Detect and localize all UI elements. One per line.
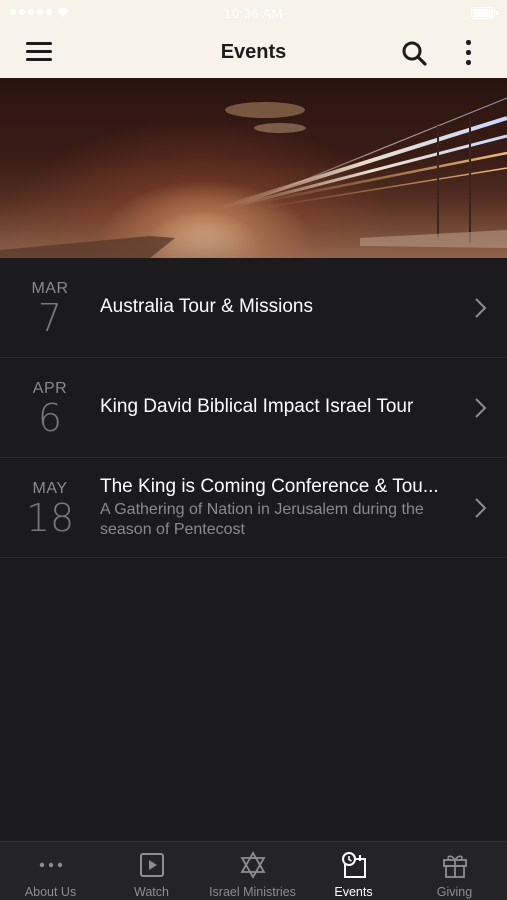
- tab-label: Israel Ministries: [209, 885, 296, 899]
- tab-israel-ministries[interactable]: Israel Ministries: [202, 842, 303, 900]
- battery-icon: [471, 7, 498, 19]
- tab-label: Watch: [134, 885, 169, 899]
- tab-watch[interactable]: Watch: [101, 842, 202, 900]
- tab-label: Giving: [436, 885, 473, 899]
- chevron-right-icon: [475, 298, 487, 318]
- calendar-clock-icon: [341, 852, 366, 878]
- event-title: King David Biblical Impact Israel Tour: [100, 396, 414, 417]
- event-title: The King is Coming Conference & Tou...: [100, 476, 439, 497]
- nav-bar: Events: [0, 28, 507, 78]
- gift-icon: [442, 855, 467, 878]
- status-time: 10:36 AM: [224, 6, 283, 21]
- play-icon: [139, 853, 164, 877]
- chevron-right-icon: [475, 398, 487, 418]
- tab-about-us[interactable]: About Us: [0, 842, 101, 900]
- chevron-right-icon: [475, 498, 487, 518]
- tab-bar: About Us Watch Israel Ministries Events: [0, 841, 507, 900]
- hero-image: [0, 78, 507, 258]
- event-day: 7: [37, 296, 63, 340]
- event-row[interactable]: MAY 18 The King is Coming Conference & T…: [0, 458, 507, 558]
- tab-giving[interactable]: Giving: [404, 842, 505, 900]
- tab-events[interactable]: Events: [303, 842, 404, 900]
- status-bar: 10:36 AM: [0, 0, 507, 28]
- page-title: Events: [220, 41, 287, 63]
- tab-label: Events: [334, 885, 373, 899]
- star-of-david-icon: [239, 851, 266, 879]
- event-row[interactable]: APR 6 King David Biblical Impact Israel …: [0, 358, 507, 458]
- search-icon[interactable]: [400, 39, 428, 67]
- more-dots-icon: [39, 862, 62, 868]
- event-list: MAR 7 Australia Tour & Missions APR 6 Ki…: [0, 258, 507, 558]
- event-row[interactable]: MAR 7 Australia Tour & Missions: [0, 258, 507, 358]
- more-options-icon[interactable]: [458, 39, 478, 67]
- event-subtitle: A Gathering of Nation in Jerusalem durin…: [100, 501, 424, 538]
- event-title: Australia Tour & Missions: [100, 296, 313, 317]
- hamburger-menu-icon[interactable]: [24, 40, 54, 64]
- event-day: 6: [37, 396, 63, 440]
- tab-label: About Us: [24, 885, 77, 899]
- event-day: 18: [25, 496, 75, 540]
